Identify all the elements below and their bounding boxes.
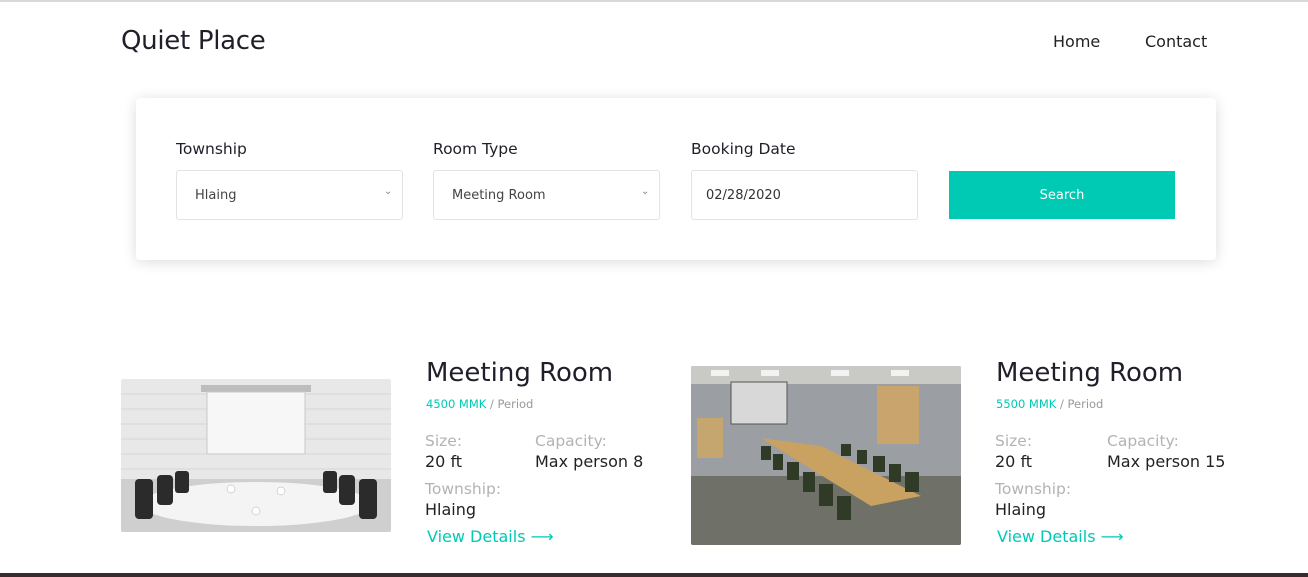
size-value: 20 ft [995,452,1033,471]
room-type-label: Room Type [433,140,518,158]
capacity-label: Capacity: [1107,432,1179,450]
capacity-value: Max person 15 [1107,452,1226,471]
capacity-label: Capacity: [535,432,607,450]
search-button[interactable]: Search [949,171,1175,219]
room-type-select-value: Meeting Room [452,188,546,203]
township-select[interactable]: Hlaing ⌄ [176,170,403,220]
booking-date-label: Booking Date [691,140,796,158]
view-details-link[interactable]: View Details ⟶ [427,527,554,546]
search-panel: Township Hlaing ⌄ Room Type Meeting Room… [136,98,1216,260]
room-image[interactable] [121,379,391,532]
nav-home[interactable]: Home [1053,32,1100,51]
footer-edge [0,573,1308,577]
room-price: 4500 MMK / Period [426,397,533,411]
room-type-select[interactable]: Meeting Room ⌄ [433,170,660,220]
township-value: Hlaing [995,500,1047,519]
chevron-down-icon: ⌄ [384,186,393,197]
price-period: / Period [489,397,534,411]
room-title[interactable]: Meeting Room [996,358,1183,388]
site-logo[interactable]: Quiet Place [121,26,266,56]
price-amount: 4500 MMK [426,397,487,411]
room-image[interactable] [691,366,961,545]
room-title[interactable]: Meeting Room [426,358,613,388]
chevron-down-icon: ⌄ [641,186,650,197]
township-label: Township: [995,480,1072,498]
room-price: 5500 MMK / Period [996,397,1103,411]
size-label: Size: [995,432,1033,450]
township-value: Hlaing [425,500,477,519]
capacity-value: Max person 8 [535,452,644,471]
price-period: / Period [1059,397,1104,411]
top-divider [0,0,1308,2]
township-label: Township: [425,480,502,498]
size-label: Size: [425,432,463,450]
size-value: 20 ft [425,452,463,471]
township-select-value: Hlaing [195,188,237,203]
price-amount: 5500 MMK [996,397,1057,411]
township-label: Township [176,140,247,158]
nav-contact[interactable]: Contact [1145,32,1207,51]
booking-date-input[interactable] [691,170,918,220]
view-details-link[interactable]: View Details ⟶ [997,527,1124,546]
